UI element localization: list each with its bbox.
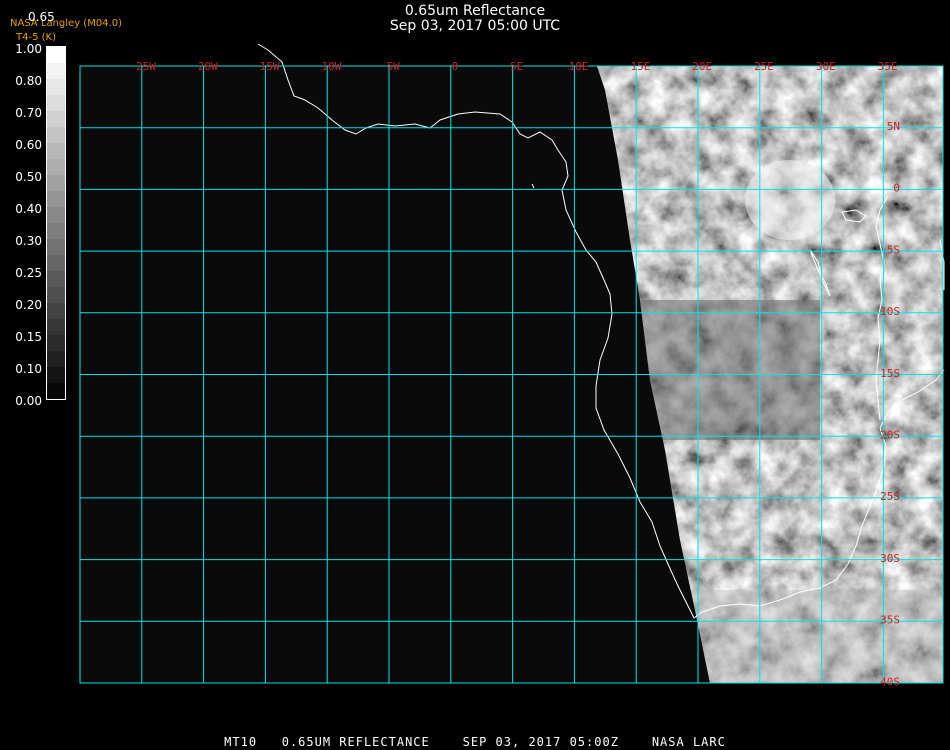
latitude-label: 25S bbox=[880, 490, 900, 503]
longitude-label: 5E bbox=[510, 60, 523, 73]
latitude-label: 5S bbox=[887, 243, 900, 256]
latitude-label: 5N bbox=[887, 120, 900, 133]
latitude-label: 20S bbox=[880, 429, 900, 442]
longitude-label: 25W bbox=[136, 60, 156, 73]
longitude-label: 15W bbox=[260, 60, 280, 73]
longitude-label: 20W bbox=[198, 60, 218, 73]
latitude-label: 30S bbox=[880, 552, 900, 565]
longitude-label: 15E bbox=[630, 60, 650, 73]
longitude-label: 10W bbox=[321, 60, 341, 73]
latitude-label: 10S bbox=[880, 305, 900, 318]
longitude-label: 10E bbox=[569, 60, 589, 73]
longitude-label: 25E bbox=[754, 60, 774, 73]
longitude-label: 0 bbox=[452, 60, 459, 73]
longitude-label: 20E bbox=[692, 60, 712, 73]
longitude-label: 30E bbox=[816, 60, 836, 73]
reflectance-map: 25W 20W 15W 10W 5W 0 5E 10E 15E 20E 25E 30E 35E 5N 0 5… bbox=[79, 43, 945, 688]
longitude-label: 5W bbox=[387, 60, 401, 73]
latitude-label: 35S bbox=[880, 614, 900, 627]
footer-caption: MT10 0.65UM REFLECTANCE SEP 03, 2017 05:… bbox=[224, 735, 726, 749]
latitude-label: 0 bbox=[893, 182, 900, 195]
latitude-label: 15S bbox=[880, 367, 900, 380]
longitude-label: 35E bbox=[878, 60, 898, 73]
latitude-label: 40S bbox=[880, 675, 900, 688]
